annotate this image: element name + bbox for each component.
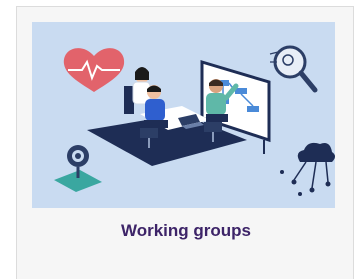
working-groups-illustration[interactable]	[32, 22, 335, 208]
working-groups-card[interactable]: Working groups	[16, 6, 354, 279]
webcam-icon	[54, 145, 102, 192]
person-man-blue	[144, 85, 168, 128]
card-title-link[interactable]: Working groups	[17, 221, 355, 241]
cloud-network-icon	[280, 142, 335, 196]
magnifier-icon	[269, 45, 318, 93]
heart-pulse-icon	[63, 48, 125, 92]
